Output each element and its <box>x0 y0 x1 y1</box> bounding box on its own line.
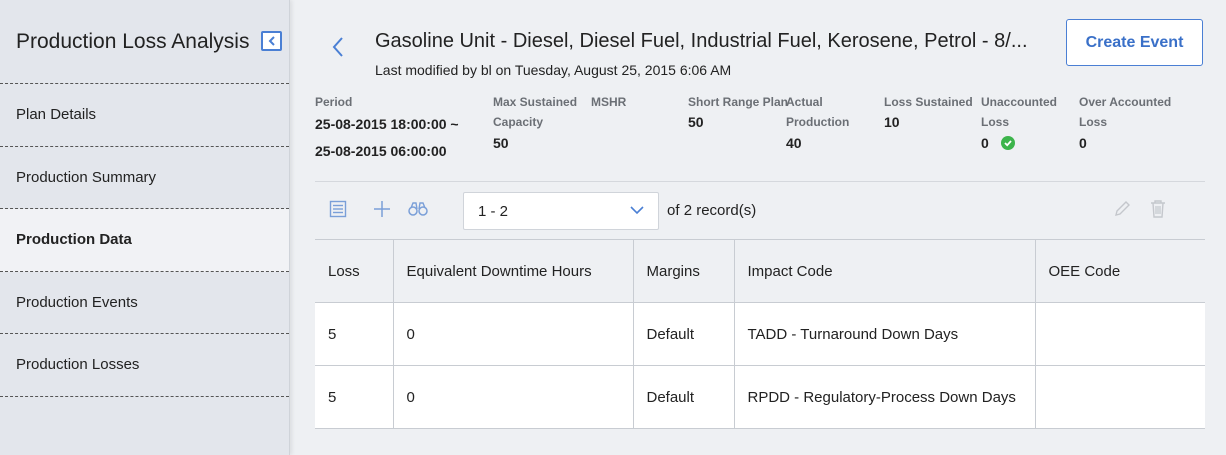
stat-value: 0 <box>981 135 989 151</box>
stat-mshr: MSHR <box>591 92 626 112</box>
cell-margins[interactable]: Default <box>632 365 735 429</box>
cell-margins[interactable]: Default <box>632 302 735 366</box>
stat-period: Period 25-08-2015 18:00:00 ~ 25-08-2015 … <box>315 92 459 164</box>
last-modified-text: Last modified by bl on Tuesday, August 2… <box>375 62 732 78</box>
chevron-down-icon <box>630 206 644 215</box>
record-count: 2 <box>683 202 693 219</box>
stat-unaccounted-loss: Unaccounted Loss 0 <box>981 92 1057 155</box>
sidebar-item-production-data[interactable]: Production Data <box>0 209 289 272</box>
column-header-impact-code[interactable]: Impact Code <box>733 239 1036 303</box>
stat-value: 10 <box>884 114 900 130</box>
stat-value: 25-08-2015 18:00:00 ~ <box>315 116 459 132</box>
cell-loss[interactable]: 5 <box>315 302 394 366</box>
table-toolbar: 1 - 2 of 2 record(s) <box>315 188 1205 232</box>
table-row[interactable]: 5 0 Default RPDD - Regulatory-Process Do… <box>315 365 1205 429</box>
record-range-select[interactable]: 1 - 2 <box>463 192 659 230</box>
stat-label: Unaccounted <box>981 95 1058 109</box>
stat-label: Production <box>786 115 850 129</box>
record-suffix: record(s) <box>696 202 757 219</box>
stat-over-accounted-loss: Over Accounted Loss 0 <box>1079 92 1171 154</box>
stat-label: Max Sustained <box>493 95 578 109</box>
stat-max-sustained: Max Sustained Capacity 50 <box>493 92 577 154</box>
cell-downtime-hours[interactable]: 0 <box>392 365 634 429</box>
cell-oee-code[interactable] <box>1034 302 1205 366</box>
stat-label: MSHR <box>591 95 627 109</box>
sidebar-item-production-losses[interactable]: Production Losses <box>0 334 289 397</box>
main-content: Gasoline Unit - Diesel, Diesel Fuel, Ind… <box>290 0 1226 455</box>
column-header-margins[interactable]: Margins <box>632 239 735 303</box>
stat-label: Actual <box>786 95 823 109</box>
cell-downtime-hours[interactable]: 0 <box>392 302 634 366</box>
stat-value: 25-08-2015 06:00:00 <box>315 143 447 159</box>
stat-actual-production: Actual Production 40 <box>786 92 849 154</box>
stat-label: Loss Sustained <box>884 95 973 109</box>
edit-icon[interactable] <box>1111 198 1133 220</box>
stat-value: 40 <box>786 135 802 151</box>
add-icon[interactable] <box>371 198 393 220</box>
column-header-downtime-hours[interactable]: Equivalent Downtime Hours <box>392 239 634 303</box>
stat-label: Short Range Plan <box>688 95 789 109</box>
cell-impact-code[interactable]: RPDD - Regulatory-Process Down Days <box>733 365 1036 429</box>
check-circle-icon <box>1001 136 1016 150</box>
stat-value-row: 0 <box>981 132 1057 155</box>
summary-stats: Period 25-08-2015 18:00:00 ~ 25-08-2015 … <box>315 92 1205 182</box>
column-header-loss[interactable]: Loss <box>315 239 394 303</box>
production-data-table: Loss Equivalent Downtime Hours Margins I… <box>315 239 1205 429</box>
record-count-text: of 2 record(s) <box>667 202 756 219</box>
stat-label: Period <box>315 95 353 109</box>
cell-oee-code[interactable] <box>1034 365 1205 429</box>
sidebar-item-production-summary[interactable]: Production Summary <box>0 147 289 209</box>
column-header-oee-code[interactable]: OEE Code <box>1034 239 1205 303</box>
create-event-button[interactable]: Create Event <box>1066 19 1203 66</box>
record-range-value: 1 - 2 <box>478 202 509 220</box>
chevron-left-icon <box>268 36 275 46</box>
stat-short-range-plan: Short Range Plan 50 <box>688 92 788 132</box>
cell-impact-code[interactable]: TADD - Turnaround Down Days <box>733 302 1036 366</box>
grid-view-icon[interactable] <box>327 198 349 220</box>
sidebar-header: Production Loss Analysis <box>0 0 289 84</box>
cell-loss[interactable]: 5 <box>315 365 394 429</box>
sidebar-title: Production Loss Analysis <box>16 29 250 53</box>
sidebar-item-production-events[interactable]: Production Events <box>0 272 289 334</box>
binoculars-icon[interactable] <box>407 198 429 220</box>
back-chevron-icon[interactable] <box>330 36 346 58</box>
stat-label: Capacity <box>493 115 544 129</box>
stat-label: Loss <box>1079 115 1108 129</box>
stat-label: Loss <box>981 115 1010 129</box>
stat-value: 0 <box>1079 135 1087 151</box>
collapse-sidebar-button[interactable] <box>261 31 282 51</box>
stat-label: Over Accounted <box>1079 95 1172 109</box>
stat-value: 50 <box>688 114 704 130</box>
stat-value: 50 <box>493 135 509 151</box>
stat-loss-sustained: Loss Sustained 10 <box>884 92 973 132</box>
page-title: Gasoline Unit - Diesel, Diesel Fuel, Ind… <box>375 30 1028 52</box>
sidebar-item-plan-details[interactable]: Plan Details <box>0 84 289 147</box>
of-label: of <box>667 202 680 219</box>
delete-icon[interactable] <box>1147 198 1169 220</box>
table-row[interactable]: 5 0 Default TADD - Turnaround Down Days <box>315 302 1205 366</box>
table-header-row: Loss Equivalent Downtime Hours Margins I… <box>315 239 1205 303</box>
sidebar: Production Loss Analysis Plan Details Pr… <box>0 0 290 455</box>
